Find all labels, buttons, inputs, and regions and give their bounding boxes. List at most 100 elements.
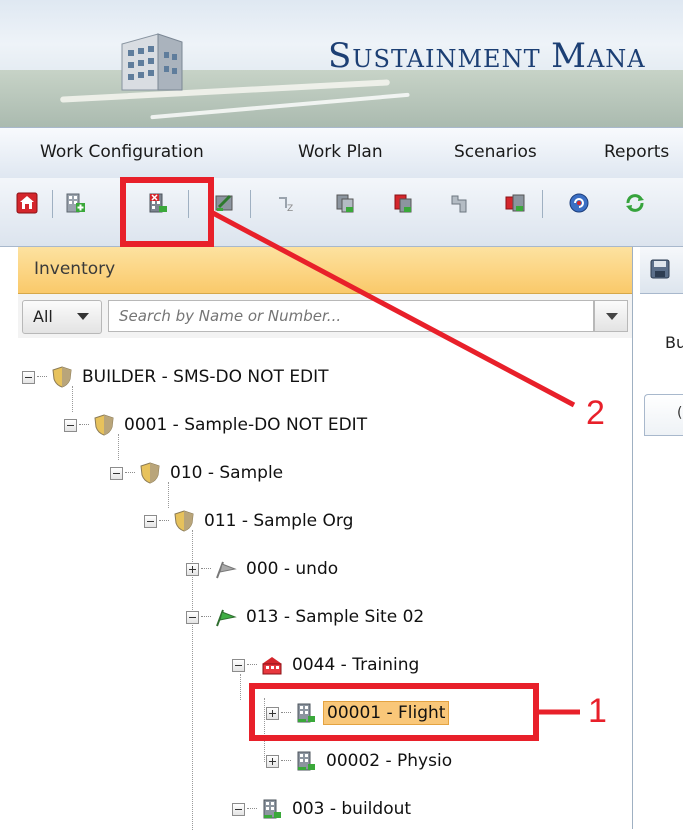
menu-bar: Work Configuration Work Plan Scenarios R… [0, 127, 683, 179]
delete-building-icon [149, 193, 167, 213]
toolbar-separator [542, 190, 543, 218]
title-cap: M [551, 36, 587, 76]
tree-node[interactable]: 003 - buildout [232, 796, 414, 822]
shield-icon [173, 510, 195, 532]
collapse-icon[interactable] [232, 658, 245, 672]
inventory-filter-bar: All [18, 294, 632, 338]
details-field-label: Bu [665, 333, 683, 352]
tree-connector [247, 664, 257, 666]
home-icon [16, 192, 38, 214]
tree-node-label: 003 - buildout [292, 799, 412, 819]
tree-connector [281, 712, 291, 714]
tree-connector [159, 520, 169, 522]
complex-icon [261, 654, 283, 676]
right-panel-header [640, 247, 683, 294]
expand-icon[interactable] [186, 562, 199, 576]
tree-node-label: 00001 - Flight [323, 701, 450, 725]
tree-node[interactable]: 00002 - Physio [266, 748, 455, 774]
collapse-icon[interactable] [110, 466, 123, 480]
edit-building-icon [215, 194, 233, 211]
app-banner: Sustainment Mana [0, 0, 683, 127]
details-tab-label: ( [677, 405, 683, 421]
tree-node[interactable]: 011 - Sample Org [144, 508, 356, 534]
tree-node-label: 013 - Sample Site 02 [246, 607, 425, 627]
callout-number-2: 2 [586, 394, 605, 432]
collapse-icon[interactable] [64, 418, 77, 432]
tree-connector [201, 568, 211, 570]
building-icon [261, 798, 283, 820]
import-icon [505, 194, 525, 212]
cut-button[interactable] [392, 192, 414, 214]
collapse-icon[interactable] [186, 610, 199, 624]
tree-connector [201, 616, 211, 618]
search-dropdown-button[interactable] [594, 300, 628, 332]
sort-icon: Z [279, 197, 293, 214]
tree-node[interactable]: 010 - Sample [110, 460, 286, 486]
tree-node[interactable]: 013 - Sample Site 02 [186, 604, 427, 630]
sync-button[interactable] [624, 192, 646, 214]
details-panel [633, 294, 683, 829]
tree-node[interactable]: 000 - undo [186, 556, 341, 582]
refresh-button[interactable] [568, 192, 590, 214]
sync-icon [626, 194, 644, 212]
toolbar-separator [250, 190, 251, 218]
copy-button[interactable] [334, 192, 356, 214]
tree-connector [247, 808, 257, 810]
import-button[interactable] [504, 192, 526, 214]
menu-reports[interactable]: Reports [604, 142, 669, 162]
save-icon[interactable] [650, 259, 670, 279]
toolbar-separator [52, 190, 53, 218]
title-text: ustainment [352, 45, 541, 73]
inventory-panel-header: Inventory [18, 247, 632, 294]
copy-icon [336, 194, 354, 213]
tree-node-selected[interactable]: 00001 - Flight [266, 700, 450, 726]
tree-connector [281, 760, 291, 762]
tree-node[interactable]: 0044 - Training [232, 652, 422, 678]
building-icon [121, 33, 183, 91]
delete-building-button[interactable] [146, 192, 168, 214]
tree-node[interactable]: BUILDER - SMS-DO NOT EDIT [22, 364, 332, 390]
inventory-tree: BUILDER - SMS-DO NOT EDIT 0001 - Sample-… [0, 340, 632, 830]
tree-node-label: 0044 - Training [292, 655, 420, 675]
collapse-icon[interactable] [22, 370, 35, 384]
move-button[interactable] [448, 192, 470, 214]
add-building-button[interactable] [64, 192, 86, 214]
svg-text:Z: Z [287, 204, 293, 214]
toolbar: Z [0, 178, 683, 247]
filter-dropdown-value: All [33, 307, 53, 326]
chevron-down-icon [77, 313, 89, 320]
callout-number-1: 1 [588, 692, 607, 730]
tree-node-label: 0001 - Sample-DO NOT EDIT [124, 415, 368, 435]
building-icon [295, 702, 317, 724]
chevron-down-icon [606, 313, 618, 320]
sort-button[interactable]: Z [276, 192, 298, 214]
shield-icon [139, 462, 161, 484]
title-cap: S [328, 36, 353, 76]
add-building-icon [66, 193, 85, 213]
menu-work-plan[interactable]: Work Plan [298, 142, 383, 162]
title-text: ana [586, 45, 646, 73]
tree-node-label: 010 - Sample [170, 463, 284, 483]
move-icon [451, 195, 467, 213]
search-input[interactable] [108, 300, 594, 332]
shield-icon [93, 414, 115, 436]
tree-node-label: 00002 - Physio [326, 751, 453, 771]
inventory-title: Inventory [34, 259, 116, 279]
collapse-icon[interactable] [144, 514, 157, 528]
tree-node[interactable]: 0001 - Sample-DO NOT EDIT [64, 412, 370, 438]
home-button[interactable] [16, 192, 38, 214]
grey-flag-icon [215, 558, 237, 580]
details-tab[interactable]: ( [644, 394, 683, 436]
filter-dropdown[interactable]: All [22, 300, 102, 334]
expand-icon[interactable] [266, 754, 279, 768]
building-icon [295, 750, 317, 772]
tree-connector [79, 424, 89, 426]
cut-icon [394, 194, 412, 213]
expand-icon[interactable] [266, 706, 279, 720]
tree-node-label: BUILDER - SMS-DO NOT EDIT [82, 367, 329, 387]
collapse-icon[interactable] [232, 802, 245, 816]
menu-scenarios[interactable]: Scenarios [454, 142, 537, 162]
tree-node-label: 011 - Sample Org [204, 511, 354, 531]
edit-building-button[interactable] [214, 192, 236, 214]
menu-work-configuration[interactable]: Work Configuration [40, 142, 204, 162]
